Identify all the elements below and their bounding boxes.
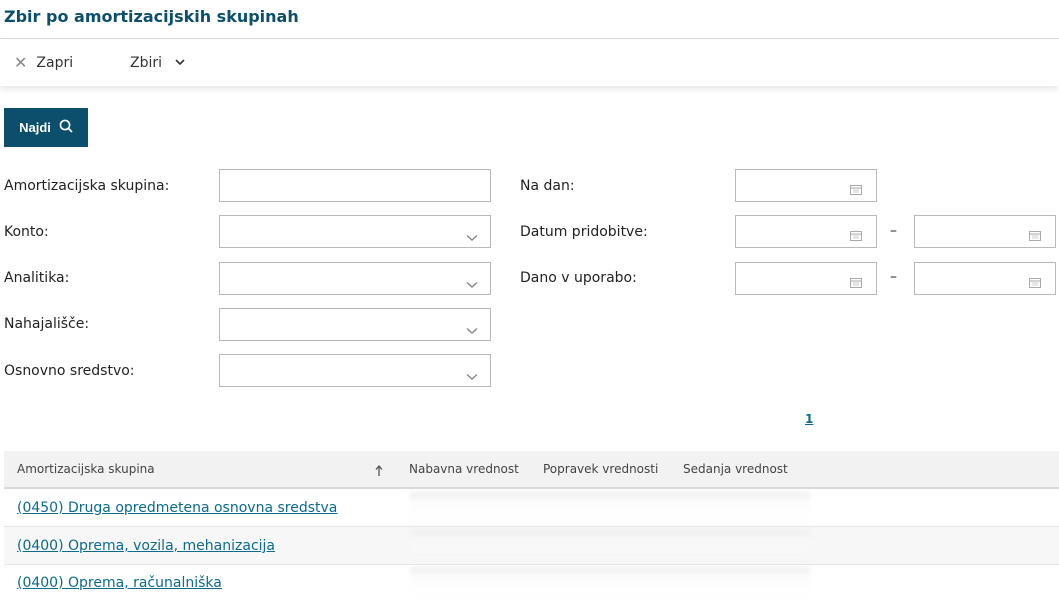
search-button[interactable]: Najdi <box>4 108 88 147</box>
table-row: (0450) Druga opredmetena osnovna sredstv… <box>4 489 1059 527</box>
analitika-select[interactable] <box>219 262 491 295</box>
pagination-page-link[interactable]: 1 <box>805 412 813 426</box>
dano-v-uporabo-from-input[interactable] <box>735 262 877 295</box>
datum-pridobitve-from-input[interactable] <box>735 215 877 248</box>
calendar-icon <box>850 273 862 292</box>
close-button[interactable]: ✕ Zapri <box>14 39 73 86</box>
chevron-down-icon <box>466 366 478 385</box>
column-header-sedanja-vrednost[interactable]: Sedanja vrednost <box>683 462 788 476</box>
toolbar: ✕ Zapri Zbiri <box>0 39 1059 86</box>
zbiri-menu-button[interactable]: Zbiri <box>130 39 185 86</box>
osnovno-sredstvo-label: Osnovno sredstvo: <box>4 363 135 379</box>
range-separator: – <box>890 223 897 239</box>
amortizacijska-skupina-link[interactable]: (0400) Oprema, računalniška <box>17 575 222 591</box>
dano-v-uporabo-label: Dano v uporabo: <box>520 270 637 286</box>
konto-select[interactable] <box>219 215 491 248</box>
title-bar: Zbir po amortizacijskih skupinah <box>0 0 1059 39</box>
datum-pridobitve-to-input[interactable] <box>914 215 1056 248</box>
datum-pridobitve-label: Datum pridobitve: <box>520 224 648 240</box>
amortizacijska-skupina-link[interactable]: (0400) Oprema, vozila, mehanizacija <box>17 538 275 554</box>
osnovno-sredstvo-select[interactable] <box>219 354 491 387</box>
calendar-icon <box>850 226 862 245</box>
na-dan-date-input[interactable] <box>735 169 877 202</box>
search-button-label: Najdi <box>19 120 51 135</box>
amortizacijska-skupina-input[interactable] <box>219 169 491 202</box>
chevron-down-icon <box>175 58 185 68</box>
close-icon: ✕ <box>14 52 28 72</box>
konto-label: Konto: <box>4 224 49 240</box>
analitika-label: Analitika: <box>4 270 70 286</box>
amortizacijska-skupina-label: Amortizacijska skupina: <box>4 178 170 194</box>
column-header-amortizacijska-skupina[interactable]: Amortizacijska skupina <box>17 462 155 476</box>
chevron-down-icon <box>466 320 478 339</box>
table-header: Amortizacijska skupina Nabavna vrednost … <box>4 451 1059 489</box>
page-title: Zbir po amortizacijskih skupinah <box>4 7 299 26</box>
column-header-nabavna-vrednost[interactable]: Nabavna vrednost <box>409 462 519 476</box>
redacted-values <box>410 492 810 524</box>
redacted-values <box>410 530 810 562</box>
na-dan-label: Na dan: <box>520 178 575 194</box>
redacted-values <box>410 567 810 599</box>
dano-v-uporabo-to-input[interactable] <box>914 262 1056 295</box>
nahajalisce-select[interactable] <box>219 308 491 341</box>
chevron-down-icon <box>466 227 478 246</box>
column-header-popravek-vrednosti[interactable]: Popravek vrednosti <box>543 462 658 476</box>
table-row: (0400) Oprema, računalniška <box>4 564 1059 600</box>
chevron-down-icon <box>466 274 478 293</box>
zbiri-label: Zbiri <box>130 54 163 71</box>
search-icon <box>59 119 73 136</box>
close-label: Zapri <box>36 54 74 71</box>
calendar-icon <box>1029 226 1041 245</box>
table-row: (0400) Oprema, vozila, mehanizacija <box>4 527 1059 565</box>
calendar-icon <box>1029 273 1041 292</box>
amortizacijska-skupina-link[interactable]: (0450) Druga opredmetena osnovna sredstv… <box>17 500 337 516</box>
calendar-icon <box>850 180 862 199</box>
nahajalisce-label: Nahajališče: <box>4 316 90 332</box>
sort-ascending-icon[interactable] <box>375 462 383 481</box>
range-separator: – <box>890 269 897 285</box>
